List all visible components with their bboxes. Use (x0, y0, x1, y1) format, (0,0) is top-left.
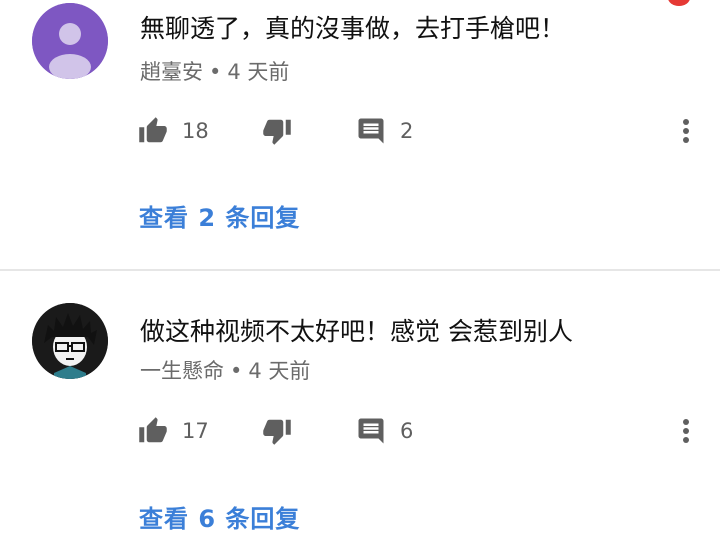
dislike-button[interactable] (262, 413, 292, 449)
like-count: 18 (182, 119, 209, 143)
comment-time: 4 天前 (227, 60, 290, 84)
more-options-button[interactable] (676, 413, 696, 449)
thumb-up-icon (139, 417, 167, 443)
comment-item: 無聊透了，真的沒事做，去打手槍吧！ 趙臺安 • 4 天前 18 2 查看 2 条… (0, 0, 720, 270)
more-vert-icon (683, 419, 689, 443)
view-replies-link[interactable]: 查看 6 条回复 (139, 499, 300, 534)
default-user-avatar-icon (32, 3, 108, 79)
comment-author[interactable]: 趙臺安 (140, 60, 203, 84)
comment-icon (358, 118, 384, 144)
comment-author[interactable]: 一生懸命 (140, 359, 224, 383)
comment-meta: 一生懸命 • 4 天前 (140, 355, 310, 385)
comment-item: 做这种视频不太好吧！感觉 会惹到别人 一生懸命 • 4 天前 17 6 查看 6… (0, 271, 720, 555)
comment-text: 無聊透了，真的沒事做，去打手槍吧！ (140, 14, 566, 43)
thumb-down-icon (263, 119, 291, 145)
like-button[interactable]: 17 (138, 413, 209, 449)
meta-separator: • (230, 359, 243, 383)
avatar[interactable] (32, 3, 108, 79)
like-button[interactable]: 18 (138, 113, 209, 149)
cartoon-boy-with-glasses-avatar-icon (32, 303, 108, 379)
more-options-button[interactable] (676, 113, 696, 149)
more-vert-icon (683, 119, 689, 143)
view-replies-link[interactable]: 查看 2 条回复 (139, 198, 300, 233)
reply-count: 6 (400, 419, 414, 443)
thumb-up-icon (139, 117, 167, 143)
comment-time: 4 天前 (248, 359, 311, 383)
comment-icon (358, 418, 384, 444)
comment-actions: 17 6 (138, 413, 698, 449)
like-count: 17 (182, 419, 209, 443)
comment-actions: 18 2 (138, 113, 698, 149)
reply-count: 2 (400, 119, 414, 143)
avatar[interactable] (32, 303, 108, 379)
reply-button[interactable]: 6 (356, 413, 413, 449)
comment-text: 做这种视频不太好吧！感觉 会惹到别人 (140, 317, 573, 346)
dislike-button[interactable] (262, 113, 292, 149)
reply-button[interactable]: 2 (356, 113, 413, 149)
comment-meta: 趙臺安 • 4 天前 (140, 56, 289, 86)
meta-separator: • (209, 60, 222, 84)
thumb-down-icon (263, 419, 291, 445)
